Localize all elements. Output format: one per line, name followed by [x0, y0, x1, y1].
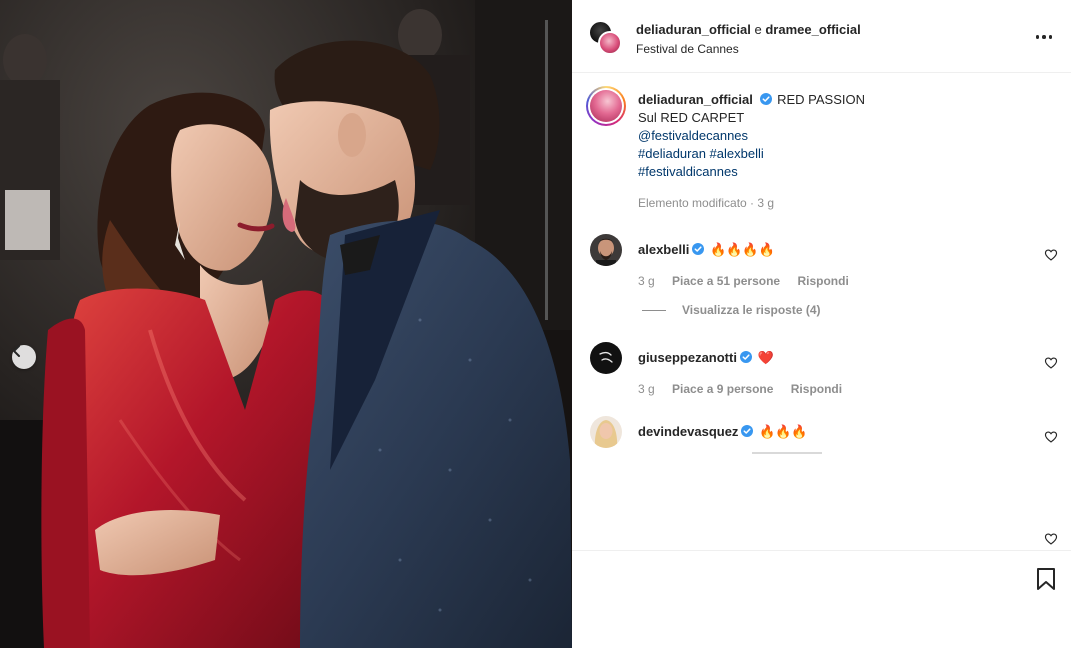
post-header: deliaduran_official e dramee_official Fe…	[572, 0, 1071, 73]
comment-username[interactable]: alexbelli	[638, 242, 689, 257]
caption-meta: Elemento modificato · 3 g	[638, 196, 775, 210]
avatar[interactable]	[590, 342, 622, 374]
caption-line-2: Sul RED CARPET	[638, 110, 745, 125]
caption-first-line: RED PASSION	[777, 92, 866, 107]
verified-badge-icon	[741, 425, 754, 437]
more-dot	[1048, 35, 1053, 39]
comment-likes-link[interactable]: Piace a 51 persone	[672, 274, 780, 288]
caption-username[interactable]: deliaduran_official	[638, 92, 753, 107]
comment-likes-link[interactable]: Piace a 9 persone	[672, 382, 773, 396]
comment-body: giuseppezanotti ❤️	[638, 350, 774, 366]
post-photo	[0, 0, 572, 648]
username-separator: e	[750, 22, 766, 37]
location-link[interactable]: Festival de Cannes	[636, 42, 739, 56]
reply-button[interactable]: Rispondi	[797, 274, 848, 288]
avatar[interactable]	[590, 234, 622, 266]
comment-text: 🔥🔥🔥🔥	[709, 242, 775, 257]
collab-avatars[interactable]	[589, 21, 623, 55]
comment-time: 3 g	[638, 382, 655, 396]
caption-line: deliaduran_official RED PASSION	[638, 91, 1048, 109]
avatar-image	[590, 342, 622, 374]
hashtag-link[interactable]: #festivaldicannes	[638, 163, 1048, 181]
view-replies-label: Visualizza le risposte (4)	[682, 303, 821, 317]
view-replies-button[interactable]: Visualizza le risposte (4)	[642, 303, 821, 317]
avatar-image	[590, 416, 622, 448]
loading-text-fragment	[752, 452, 822, 454]
bookmark-icon[interactable]	[1035, 567, 1057, 591]
comment-meta: 3 g Piace a 51 persone Rispondi	[638, 274, 863, 288]
previous-photo-button[interactable]	[12, 345, 36, 369]
post-side-panel: deliaduran_official e dramee_official Fe…	[572, 0, 1071, 648]
hashtag-links[interactable]: #deliaduran #alexbelli	[638, 145, 1048, 163]
post-actions-bar	[572, 550, 1071, 648]
verified-badge-icon	[759, 93, 772, 105]
mention-link[interactable]: @festivaldecannes	[638, 127, 1048, 145]
comment-text: ❤️	[757, 350, 774, 365]
comment-meta: 3 g Piace a 9 persone Rispondi	[638, 382, 856, 396]
avatar-image	[590, 234, 622, 266]
heart-outline-icon[interactable]	[1044, 248, 1058, 262]
heart-outline-icon[interactable]	[1044, 430, 1058, 444]
username-link[interactable]: dramee_official	[765, 22, 860, 37]
photo-illustration	[0, 0, 572, 648]
avatar	[598, 31, 622, 55]
comment-body: alexbelli 🔥🔥🔥🔥	[638, 242, 775, 258]
comment-username[interactable]: devindevasquez	[638, 424, 738, 439]
more-horizontal-icon	[1035, 35, 1040, 39]
verified-badge-icon	[692, 243, 705, 255]
username-link[interactable]: deliaduran_official	[636, 22, 751, 37]
avatar-frame	[588, 88, 624, 124]
comment-body: devindevasquez 🔥🔥🔥	[638, 424, 808, 440]
more-dot	[1042, 35, 1046, 39]
verified-badge-icon	[739, 351, 752, 363]
heart-outline-icon[interactable]	[1044, 532, 1058, 546]
caption-text: deliaduran_official RED PASSION Sul RED …	[638, 91, 1048, 181]
avatar[interactable]	[590, 416, 622, 448]
avatar	[590, 90, 622, 122]
comment-text: 🔥🔥🔥	[759, 424, 808, 439]
comment-time: 3 g	[638, 274, 655, 288]
chevron-left-icon	[13, 345, 20, 357]
caption-avatar[interactable]	[586, 86, 626, 126]
collab-usernames: deliaduran_official e dramee_official	[636, 22, 861, 38]
more-options-button[interactable]	[1032, 27, 1056, 47]
comment-username[interactable]: giuseppezanotti	[638, 350, 737, 365]
reply-button[interactable]: Rispondi	[791, 382, 842, 396]
replies-divider	[642, 310, 666, 312]
heart-outline-icon[interactable]	[1044, 356, 1058, 370]
